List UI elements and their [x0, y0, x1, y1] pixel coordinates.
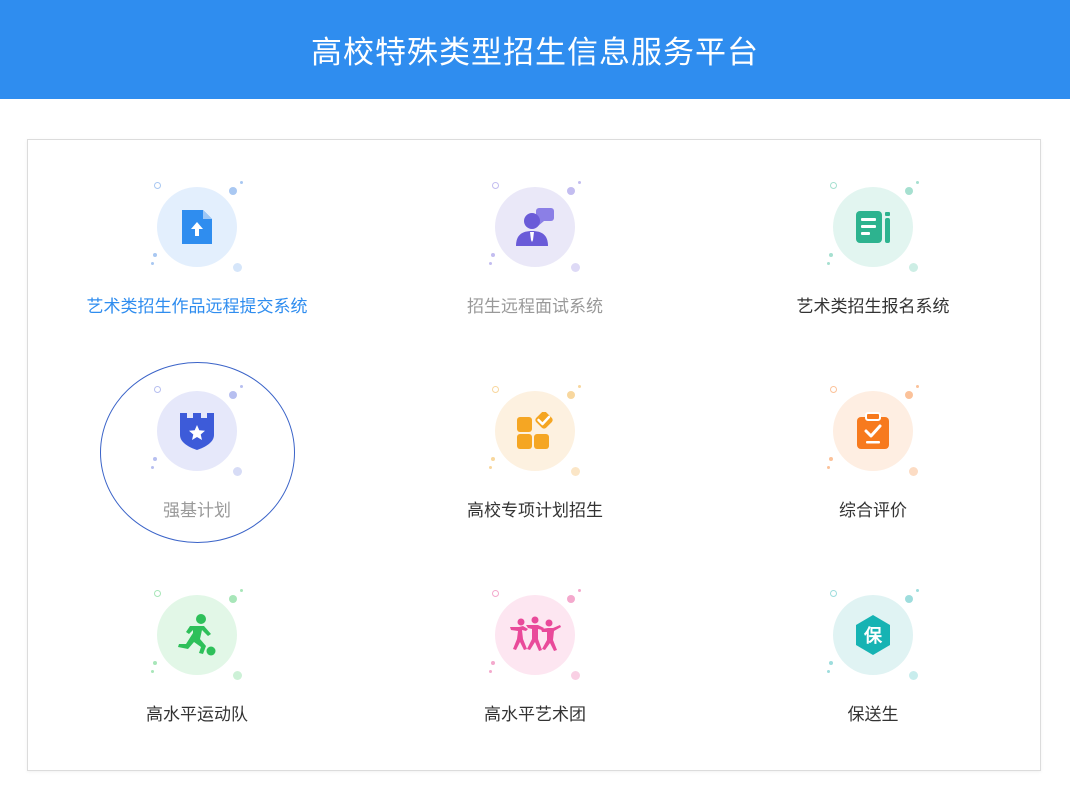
icon-circle	[833, 391, 913, 471]
blocks-check-icon	[517, 412, 553, 449]
icon-circle: 保	[833, 595, 913, 675]
tile-high-level-sports-team[interactable]: 高水平运动队	[28, 548, 366, 748]
tile-label: 强基计划	[163, 501, 231, 521]
icon-circle	[157, 391, 237, 471]
dancers-icon	[510, 616, 561, 651]
tile-label: 保送生	[847, 705, 899, 725]
page-title: 高校特殊类型招生信息服务平台	[311, 35, 759, 71]
icon-circle	[495, 391, 575, 471]
tile-label: 高校专项计划招生	[467, 501, 603, 521]
tile-high-level-art-troupe[interactable]: 高水平艺术团	[366, 548, 704, 748]
tile-art-work-submission[interactable]: 艺术类招生作品远程提交系统	[28, 140, 366, 340]
tile-special-plan-admission[interactable]: 高校专项计划招生	[366, 344, 704, 544]
badge-glyph: 保	[863, 625, 883, 647]
tile-label: 艺术类招生报名系统	[796, 297, 950, 317]
icon-circle	[833, 187, 913, 267]
tile-label: 艺术类招生作品远程提交系统	[86, 297, 308, 317]
tile-label: 高水平艺术团	[484, 705, 586, 725]
services-panel: 艺术类招生作品远程提交系统 招生远程面试系统 艺术类招生报名系统 强基计划 高校…	[27, 139, 1041, 771]
header-bar: 高校特殊类型招生信息服务平台	[0, 0, 1070, 99]
registration-form-icon	[856, 211, 890, 243]
interview-icon	[516, 208, 554, 246]
tile-strong-foundation-plan[interactable]: 强基计划	[28, 344, 366, 544]
soccer-player-icon	[178, 614, 216, 656]
shield-star-icon	[180, 413, 214, 450]
recommend-badge-icon: 保	[856, 615, 890, 655]
tile-label: 招生远程面试系统	[467, 297, 603, 317]
file-upload-icon	[182, 210, 212, 244]
icon-circle	[495, 187, 575, 267]
tile-comprehensive-evaluation[interactable]: 综合评价	[704, 344, 1042, 544]
icon-circle	[157, 187, 237, 267]
tile-recommended-students[interactable]: 保 保送生	[704, 548, 1042, 748]
clipboard-check-icon	[857, 412, 889, 449]
icon-circle	[157, 595, 237, 675]
icon-circle	[495, 595, 575, 675]
tile-art-registration[interactable]: 艺术类招生报名系统	[704, 140, 1042, 340]
tile-remote-interview[interactable]: 招生远程面试系统	[366, 140, 704, 340]
tile-label: 综合评价	[839, 501, 907, 521]
tile-label: 高水平运动队	[146, 705, 248, 725]
